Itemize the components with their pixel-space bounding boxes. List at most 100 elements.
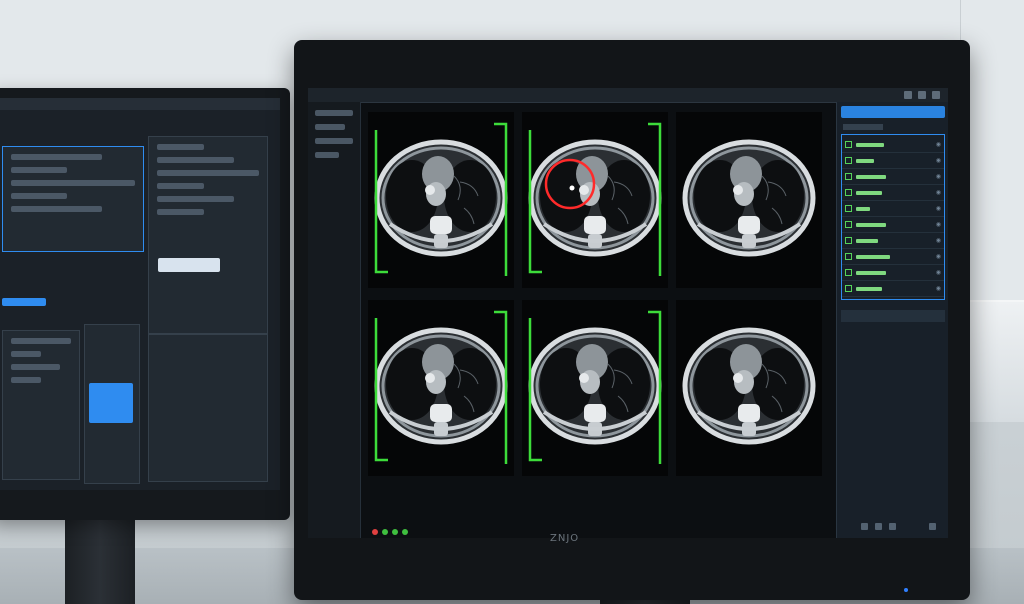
placeholder-line <box>11 180 135 186</box>
left-monitor <box>0 88 290 520</box>
checkbox-icon[interactable] <box>845 285 852 292</box>
left-input-field[interactable] <box>158 258 220 272</box>
list-item-placeholder <box>856 190 882 195</box>
series-list-item[interactable]: ◉ <box>842 281 944 297</box>
placeholder-line <box>11 206 102 212</box>
eye-icon[interactable]: ◉ <box>936 253 941 260</box>
viewer-statusbar <box>368 526 828 538</box>
checkbox-icon[interactable] <box>845 221 852 228</box>
checkbox-icon[interactable] <box>845 237 852 244</box>
series-list-item[interactable]: ◉ <box>842 185 944 201</box>
eye-icon[interactable]: ◉ <box>936 189 941 196</box>
left-blue-card[interactable] <box>89 383 133 423</box>
power-led <box>904 588 908 592</box>
list-item-placeholder <box>856 270 886 275</box>
panel-header[interactable] <box>841 106 945 118</box>
status-dot <box>392 529 398 535</box>
eye-icon[interactable]: ◉ <box>936 269 941 276</box>
placeholder-line <box>11 377 42 383</box>
checkbox-icon[interactable] <box>845 205 852 212</box>
checkbox-icon[interactable] <box>845 141 852 148</box>
panel-subtitle <box>843 124 883 130</box>
eye-icon[interactable]: ◉ <box>936 157 941 164</box>
placeholder-line <box>11 351 42 357</box>
main-monitor-screen: ◉ ◉ ◉ ◉ ◉ ◉ ◉ ◉ ◉ ◉ <box>308 88 948 538</box>
pan-icon[interactable] <box>875 523 882 530</box>
series-list-item[interactable]: ◉ <box>842 153 944 169</box>
app-topbar <box>308 88 948 103</box>
left-panel-right <box>148 334 268 482</box>
ct-slice[interactable] <box>368 300 514 476</box>
placeholder-line <box>11 154 102 160</box>
monitor-brand: ZNJO <box>550 533 580 544</box>
tool-sidebar <box>308 102 361 538</box>
left-panel-tools <box>84 324 140 484</box>
left-panel-info <box>148 136 268 334</box>
series-list-item[interactable]: ◉ <box>842 169 944 185</box>
maximize-icon[interactable] <box>918 91 926 99</box>
eye-icon[interactable]: ◉ <box>936 285 941 292</box>
contrast-icon[interactable] <box>889 523 896 530</box>
panel-footer <box>841 522 945 532</box>
close-icon[interactable] <box>932 91 940 99</box>
eye-icon[interactable]: ◉ <box>936 205 941 212</box>
ct-slice[interactable] <box>368 112 514 288</box>
ct-viewer-grid[interactable] <box>368 112 828 522</box>
ct-slice[interactable] <box>676 300 822 476</box>
status-dot <box>382 529 388 535</box>
placeholder-line <box>11 193 67 199</box>
tool-item[interactable] <box>315 138 353 144</box>
placeholder-line <box>157 170 259 176</box>
left-panel-main <box>2 146 144 252</box>
ct-slice[interactable] <box>676 112 822 288</box>
left-primary-button[interactable] <box>2 298 46 306</box>
checkbox-icon[interactable] <box>845 253 852 260</box>
checkbox-icon[interactable] <box>845 189 852 196</box>
eye-icon[interactable]: ◉ <box>936 237 941 244</box>
list-item-placeholder <box>856 286 882 291</box>
ct-slice[interactable] <box>522 112 668 288</box>
placeholder-line <box>11 338 71 344</box>
series-list: ◉ ◉ ◉ ◉ ◉ ◉ ◉ ◉ ◉ ◉ <box>841 134 945 300</box>
eye-icon[interactable]: ◉ <box>936 221 941 228</box>
left-panel-bottom <box>2 330 80 480</box>
list-item-placeholder <box>856 206 870 211</box>
tool-item[interactable] <box>315 152 339 158</box>
series-panel: ◉ ◉ ◉ ◉ ◉ ◉ ◉ ◉ ◉ ◉ <box>836 102 948 538</box>
series-list-item[interactable]: ◉ <box>842 233 944 249</box>
list-item-placeholder <box>856 174 886 179</box>
list-item-placeholder <box>856 142 884 147</box>
placeholder-line <box>11 364 61 370</box>
tool-item[interactable] <box>315 124 345 130</box>
status-dot <box>402 529 408 535</box>
eye-icon[interactable]: ◉ <box>936 141 941 148</box>
series-list-item[interactable]: ◉ <box>842 265 944 281</box>
placeholder-line <box>11 167 67 173</box>
list-item-placeholder <box>856 238 878 243</box>
checkbox-icon[interactable] <box>845 157 852 164</box>
minimize-icon[interactable] <box>904 91 912 99</box>
placeholder-line <box>157 196 234 202</box>
panel-section[interactable] <box>841 310 945 322</box>
list-item-placeholder <box>856 254 890 259</box>
placeholder-line <box>157 183 205 189</box>
checkbox-icon[interactable] <box>845 269 852 276</box>
series-list-item[interactable]: ◉ <box>842 217 944 233</box>
series-list-item[interactable]: ◉ <box>842 201 944 217</box>
placeholder-line <box>157 157 234 163</box>
left-monitor-screen <box>0 98 280 490</box>
checkbox-icon[interactable] <box>845 173 852 180</box>
list-item-placeholder <box>856 158 874 163</box>
zoom-icon[interactable] <box>861 523 868 530</box>
left-monitor-stand <box>65 520 135 604</box>
settings-icon[interactable] <box>929 523 936 530</box>
left-titlebar <box>0 98 280 110</box>
eye-icon[interactable]: ◉ <box>936 173 941 180</box>
placeholder-line <box>157 209 205 215</box>
series-list-item[interactable]: ◉ <box>842 137 944 153</box>
status-dot <box>372 529 378 535</box>
ct-slice[interactable] <box>522 300 668 476</box>
series-list-item[interactable]: ◉ <box>842 249 944 265</box>
tool-item[interactable] <box>315 110 353 116</box>
main-monitor: ◉ ◉ ◉ ◉ ◉ ◉ ◉ ◉ ◉ ◉ ZNJO <box>294 40 970 600</box>
